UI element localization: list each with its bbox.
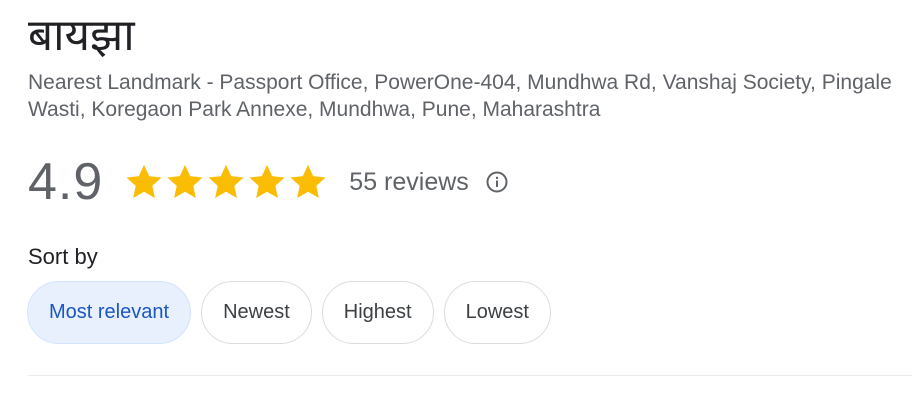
section-divider bbox=[28, 375, 912, 376]
sort-by-label: Sort by bbox=[28, 244, 98, 269]
star-icon bbox=[126, 164, 162, 198]
sort-options: Most relevant Newest Highest Lowest bbox=[27, 281, 551, 344]
star-icon bbox=[290, 164, 326, 198]
sort-chip-newest[interactable]: Newest bbox=[201, 281, 312, 344]
rating-value: 4.9 bbox=[28, 153, 104, 211]
place-reviews-panel: बायझा Nearest Landmark - Passport Office… bbox=[0, 0, 912, 405]
star-icon bbox=[208, 164, 244, 198]
star-rating bbox=[123, 161, 329, 203]
sort-chip-most-relevant[interactable]: Most relevant bbox=[27, 281, 192, 344]
place-address: Nearest Landmark - Passport Office, Powe… bbox=[28, 71, 892, 121]
star-icon bbox=[167, 164, 203, 198]
place-title: बायझा bbox=[28, 10, 135, 61]
rating-summary: 4.9 55 reviews bbox=[28, 152, 509, 212]
star-icon bbox=[249, 164, 285, 198]
reviews-count: 55 reviews bbox=[349, 167, 469, 196]
sort-chip-lowest[interactable]: Lowest bbox=[443, 281, 551, 344]
info-circle-icon[interactable] bbox=[485, 170, 509, 194]
sort-chip-highest[interactable]: Highest bbox=[321, 281, 434, 344]
